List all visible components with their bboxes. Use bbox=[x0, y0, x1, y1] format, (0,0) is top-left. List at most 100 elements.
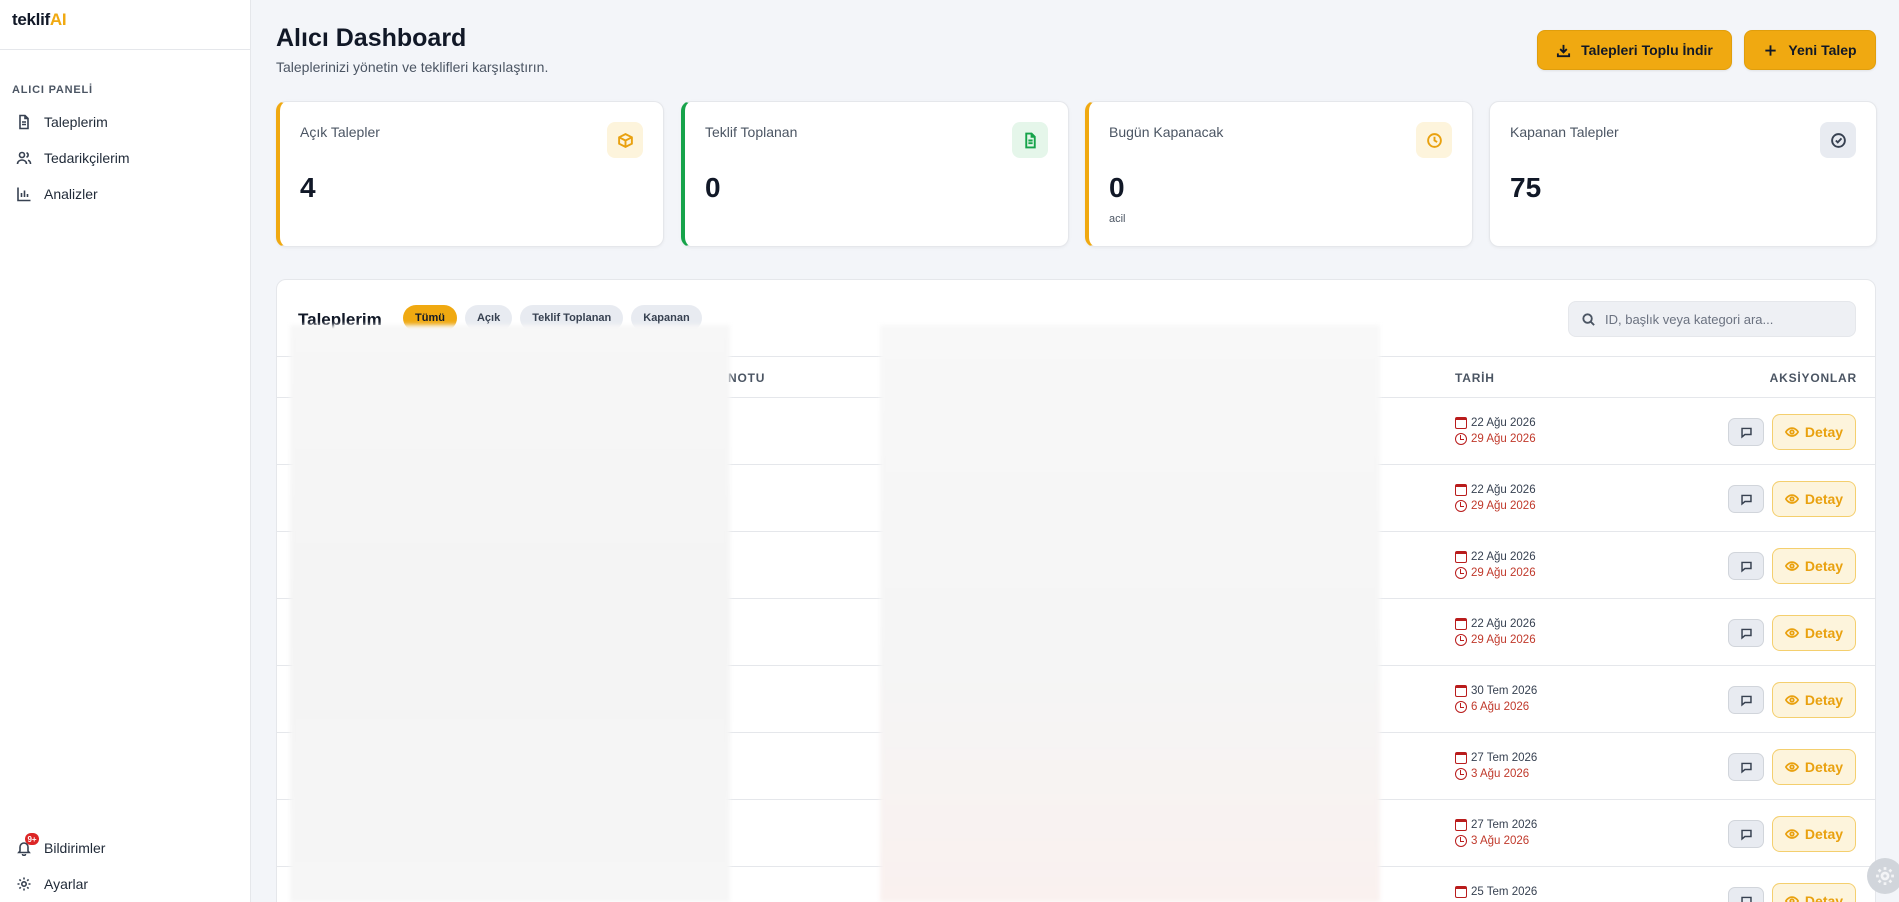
message-icon bbox=[1740, 561, 1752, 573]
message-button[interactable] bbox=[1728, 887, 1764, 902]
gear-icon bbox=[17, 877, 31, 891]
message-icon bbox=[1740, 695, 1752, 707]
row-dates: 30 Tem 2026 6 Ağu 2026 bbox=[1455, 683, 1537, 715]
deadline-date: 3 Ağu 2026 bbox=[1471, 835, 1530, 847]
eye-icon bbox=[1784, 695, 1799, 705]
alarm-clock-icon bbox=[1455, 835, 1467, 847]
eye-icon bbox=[1784, 561, 1799, 571]
stat-label: Teklif Toplanan bbox=[705, 124, 798, 140]
row-dates: 22 Ağu 2026 29 Ağu 2026 bbox=[1455, 549, 1536, 581]
sidebar-item-ayarlar[interactable]: Ayarlar bbox=[0, 866, 251, 902]
stat-value: 4 bbox=[300, 172, 316, 203]
deadline-date: 29 Ağu 2026 bbox=[1471, 500, 1536, 512]
detail-label: Detay bbox=[1804, 625, 1844, 641]
detail-button[interactable]: Detay bbox=[1772, 682, 1856, 718]
eye-icon bbox=[1784, 762, 1799, 772]
calendar-icon bbox=[1455, 819, 1467, 831]
check-circle-icon bbox=[1830, 132, 1846, 148]
detail-button[interactable]: Detay bbox=[1772, 615, 1856, 651]
calendar-icon bbox=[1455, 551, 1467, 563]
stat-value: 75 bbox=[1510, 172, 1542, 203]
brand-accent-text: AI bbox=[49, 10, 67, 29]
sidebar-item-analizler[interactable]: Analizler bbox=[0, 176, 251, 212]
stat-card-closing-today: Bugün Kapanacak 0 acil bbox=[1085, 101, 1473, 247]
new-request-label: Yeni Talep bbox=[1788, 42, 1857, 58]
eye-icon bbox=[1784, 494, 1799, 504]
column-header-aksiyonlar: AKSİYONLAR bbox=[1769, 371, 1857, 385]
message-icon bbox=[1740, 628, 1752, 640]
sidebar: teklifAI ALICI PANELİ Taleplerim Tedarik… bbox=[0, 0, 251, 902]
message-button[interactable] bbox=[1728, 820, 1764, 848]
sidebar-item-taleplerim[interactable]: Taleplerim bbox=[0, 104, 251, 140]
search-box bbox=[1568, 301, 1856, 337]
stat-note: acil bbox=[1109, 213, 1126, 225]
message-icon bbox=[1740, 494, 1752, 506]
created-date: 22 Ağu 2026 bbox=[1471, 484, 1536, 496]
calendar-icon bbox=[1455, 685, 1467, 697]
message-button[interactable] bbox=[1728, 485, 1764, 513]
message-icon bbox=[1740, 896, 1752, 902]
stat-card-closed: Kapanan Talepler 75 bbox=[1489, 101, 1877, 247]
plus-icon bbox=[1765, 44, 1777, 56]
message-button[interactable] bbox=[1728, 686, 1764, 714]
created-date: 27 Tem 2026 bbox=[1471, 752, 1538, 764]
gear-icon bbox=[1876, 867, 1894, 885]
page-subtitle: Taleplerinizi yönetin ve teklifleri karş… bbox=[276, 59, 549, 75]
sidebar-section-title: ALICI PANELİ bbox=[12, 84, 93, 96]
detail-button[interactable]: Detay bbox=[1772, 749, 1856, 785]
message-button[interactable] bbox=[1728, 619, 1764, 647]
created-date: 30 Tem 2026 bbox=[1471, 685, 1538, 697]
bar-chart-icon bbox=[17, 187, 31, 202]
deadline-date: 29 Ağu 2026 bbox=[1471, 433, 1536, 445]
row-dates: 22 Ağu 2026 29 Ağu 2026 bbox=[1455, 616, 1536, 648]
stat-card-open: Açık Talepler 4 bbox=[276, 101, 664, 247]
download-icon bbox=[1557, 44, 1571, 57]
eye-icon bbox=[1784, 829, 1799, 839]
detail-label: Detay bbox=[1804, 893, 1844, 902]
search-input[interactable] bbox=[1605, 311, 1845, 327]
detail-button[interactable]: Detay bbox=[1772, 481, 1856, 517]
detail-button[interactable]: Detay bbox=[1772, 816, 1856, 852]
calendar-icon bbox=[1455, 752, 1467, 764]
detail-label: Detay bbox=[1804, 491, 1844, 507]
row-dates: 25 Tem 2026 bbox=[1455, 884, 1537, 900]
detail-label: Detay bbox=[1804, 558, 1844, 574]
bulk-download-label: Talepleri Toplu İndir bbox=[1581, 42, 1713, 58]
brand-logo[interactable]: teklifAI bbox=[0, 0, 250, 50]
stat-value: 0 bbox=[1109, 172, 1125, 203]
sidebar-item-label: Bildirimler bbox=[44, 840, 106, 856]
message-button[interactable] bbox=[1728, 418, 1764, 446]
message-button[interactable] bbox=[1728, 753, 1764, 781]
new-request-button[interactable]: Yeni Talep bbox=[1744, 30, 1876, 70]
message-icon bbox=[1740, 829, 1752, 841]
bulk-download-button[interactable]: Talepleri Toplu İndir bbox=[1537, 30, 1732, 70]
detail-button[interactable]: Detay bbox=[1772, 883, 1856, 902]
detail-button[interactable]: Detay bbox=[1772, 414, 1856, 450]
eye-icon bbox=[1784, 896, 1799, 902]
detail-label: Detay bbox=[1804, 692, 1844, 708]
created-date: 22 Ağu 2026 bbox=[1471, 417, 1536, 429]
box-icon bbox=[617, 132, 633, 148]
sidebar-item-tedarikcilerim[interactable]: Tedarikçilerim bbox=[0, 140, 251, 176]
detail-button[interactable]: Detay bbox=[1772, 548, 1856, 584]
stat-icon-box bbox=[1012, 122, 1048, 158]
brand-text: teklif bbox=[12, 10, 50, 29]
sidebar-item-label: Ayarlar bbox=[44, 876, 89, 892]
detail-label: Detay bbox=[1804, 759, 1844, 775]
notification-badge: 9+ bbox=[25, 833, 39, 845]
message-button[interactable] bbox=[1728, 552, 1764, 580]
sidebar-item-bildirimler[interactable]: 9+ Bildirimler bbox=[0, 830, 251, 866]
alarm-clock-icon bbox=[1455, 768, 1467, 780]
stat-label: Açık Talepler bbox=[300, 124, 380, 140]
created-date: 22 Ağu 2026 bbox=[1471, 551, 1536, 563]
created-date: 27 Tem 2026 bbox=[1471, 819, 1538, 831]
deadline-date: 29 Ağu 2026 bbox=[1471, 567, 1536, 579]
alarm-clock-icon bbox=[1455, 701, 1467, 713]
alarm-clock-icon bbox=[1455, 500, 1467, 512]
floating-settings-button[interactable] bbox=[1867, 858, 1899, 894]
stat-icon-box bbox=[1416, 122, 1452, 158]
created-date: 22 Ağu 2026 bbox=[1471, 618, 1536, 630]
message-icon bbox=[1740, 762, 1752, 774]
alarm-clock-icon bbox=[1455, 634, 1467, 646]
calendar-icon bbox=[1455, 484, 1467, 496]
